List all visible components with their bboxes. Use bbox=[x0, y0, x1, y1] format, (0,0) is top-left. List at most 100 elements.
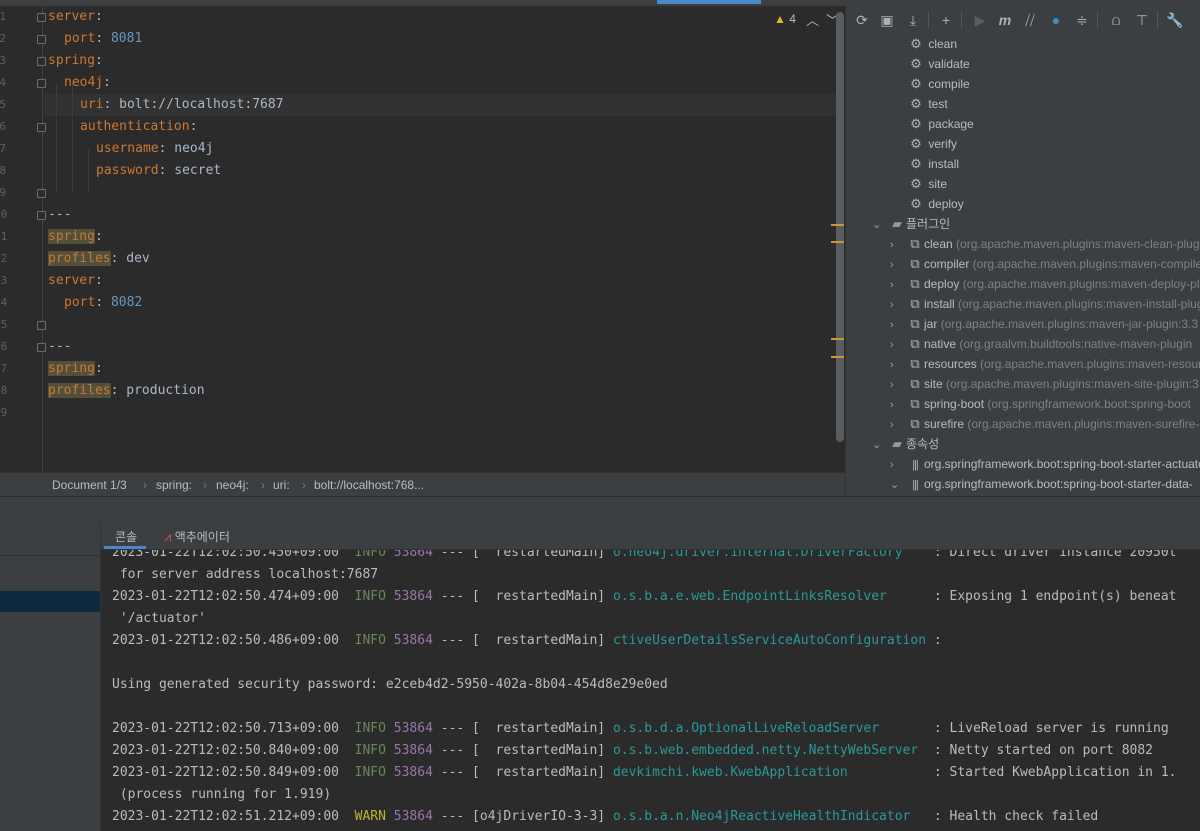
fold-marker[interactable] bbox=[37, 343, 46, 352]
maven-goal-icon[interactable]: m bbox=[995, 10, 1015, 30]
scroll-marker[interactable] bbox=[831, 356, 844, 358]
plugin-icon: ⧉ bbox=[910, 416, 920, 431]
plugin-resources[interactable]: › ⧉ resources (org.apache.maven.plugins:ma… bbox=[890, 354, 1200, 374]
fold-marker[interactable] bbox=[37, 189, 46, 198]
lifecycle-install[interactable]: ⚙ install bbox=[907, 154, 959, 174]
chevron-right-icon[interactable]: › bbox=[890, 235, 906, 255]
plugin-icon: ⧉ bbox=[910, 316, 920, 331]
inspection-widget[interactable]: ▲ 4 bbox=[774, 12, 796, 26]
fold-marker[interactable] bbox=[37, 35, 46, 44]
chevron-right-icon[interactable]: › bbox=[890, 415, 906, 435]
chevron-right-icon[interactable]: › bbox=[890, 315, 906, 335]
breadcrumb-spring[interactable]: spring: bbox=[156, 478, 192, 492]
plugin-site[interactable]: › ⧉ site (org.apache.maven.plugins:maven-s… bbox=[890, 374, 1199, 394]
plugin-compiler[interactable]: › ⧉ compiler (org.apache.maven.plugins:mav… bbox=[890, 254, 1200, 274]
plugins-node[interactable]: ⌄ ▰ 플러그인 bbox=[872, 214, 950, 234]
maven-toolbar: ⟳ ▣ ⤓ + ▶ m ⧸⧸ ● ≑ ⩍ ⊤ 🔧 bbox=[846, 6, 1200, 34]
plugin-native[interactable]: › ⧉ native (org.graalvm.buildtools:native-… bbox=[890, 334, 1192, 354]
chevron-right-icon[interactable]: › bbox=[890, 295, 906, 315]
code-line: port: 8082 bbox=[64, 295, 143, 310]
line-number: 11 bbox=[0, 230, 8, 243]
fold-marker[interactable] bbox=[37, 321, 46, 330]
plugin-surefire[interactable]: › ⧉ surefire (org.apache.maven.plugins:mav… bbox=[890, 414, 1199, 434]
code-line: spring: bbox=[48, 229, 103, 244]
actuator-icon: ⩘ bbox=[164, 529, 172, 544]
plugin-spring-boot[interactable]: › ⧉ spring-boot (org.springframework.boot:… bbox=[890, 394, 1191, 414]
chevron-right-icon: › bbox=[261, 478, 265, 492]
plugin-install[interactable]: › ⧉ install (org.apache.maven.plugins:mave… bbox=[890, 294, 1200, 314]
breadcrumb: Document 1/3 › spring: › neo4j: › uri: ›… bbox=[0, 472, 845, 497]
lifecycle-verify[interactable]: ⚙ verify bbox=[907, 134, 957, 154]
tab-console[interactable]: 콘솔 bbox=[115, 528, 137, 545]
code-line: neo4j: bbox=[64, 75, 111, 90]
chevron-right-icon[interactable]: › bbox=[890, 455, 906, 475]
chevron-right-icon[interactable]: › bbox=[890, 355, 906, 375]
fold-marker[interactable] bbox=[37, 13, 46, 22]
chevron-down-icon[interactable]: ⌄ bbox=[872, 435, 888, 455]
line-number: 5 bbox=[0, 98, 6, 111]
code-editor[interactable]: 1 2 3 4 5 6 7 8 9 10 11 12 13 14 15 16 1… bbox=[0, 6, 845, 472]
console-line: (process running for 1.919) bbox=[112, 787, 332, 802]
chevron-right-icon[interactable]: › bbox=[890, 375, 906, 395]
line-number: 2 bbox=[0, 32, 6, 45]
breadcrumb-value[interactable]: bolt://localhost:768... bbox=[314, 478, 424, 492]
dependency-item[interactable]: › ||| org.springframework.boot:spring-boot… bbox=[890, 454, 1200, 474]
lifecycle-test[interactable]: ⚙ test bbox=[907, 94, 948, 114]
dependencies-node[interactable]: ⌄ ▰ 종속성 bbox=[872, 434, 939, 454]
line-number: 13 bbox=[0, 274, 8, 287]
breadcrumb-document[interactable]: Document 1/3 bbox=[52, 478, 127, 492]
plugin-deploy[interactable]: › ⧉ deploy (org.apache.maven.plugins:maven… bbox=[890, 274, 1200, 294]
run-icon[interactable]: ▶ bbox=[970, 10, 990, 30]
chevron-down-icon[interactable]: ⌄ bbox=[872, 215, 888, 235]
plus-icon[interactable]: + bbox=[936, 10, 956, 30]
diagram-icon[interactable]: ⩍ bbox=[1106, 10, 1126, 30]
gear-icon: ⚙ bbox=[910, 116, 922, 131]
lifecycle-validate[interactable]: ⚙ validate bbox=[907, 54, 970, 74]
fold-marker[interactable] bbox=[37, 79, 46, 88]
chevron-right-icon[interactable]: › bbox=[890, 335, 906, 355]
selected-service-row[interactable] bbox=[0, 591, 100, 612]
breadcrumb-neo4j[interactable]: neo4j: bbox=[216, 478, 249, 492]
analyze-dependencies-icon[interactable]: ⊤ bbox=[1132, 10, 1152, 30]
console-output[interactable]: 2023-01-22T12:02:50.450+09:00 INFO 53864… bbox=[101, 550, 1200, 831]
plugin-jar[interactable]: › ⧉ jar (org.apache.maven.plugins:maven-ja… bbox=[890, 314, 1198, 334]
lifecycle-site[interactable]: ⚙ site bbox=[907, 174, 947, 194]
collapse-all-icon[interactable]: ≑ bbox=[1072, 10, 1092, 30]
scroll-marker[interactable] bbox=[831, 241, 844, 243]
tab-actuator[interactable]: ⩘ 액추에이터 bbox=[164, 528, 230, 545]
toggle-offline-icon[interactable]: ⧸⧸ bbox=[1020, 10, 1040, 30]
plugin-icon: ⧉ bbox=[910, 376, 920, 391]
plugin-icon: ⧉ bbox=[910, 256, 920, 271]
chevron-right-icon[interactable]: › bbox=[890, 275, 906, 295]
chevron-right-icon: › bbox=[143, 478, 147, 492]
lifecycle-compile[interactable]: ⚙ compile bbox=[907, 74, 970, 94]
lifecycle-clean[interactable]: ⚙ clean bbox=[907, 34, 957, 54]
fold-marker[interactable] bbox=[37, 123, 46, 132]
dependency-item[interactable]: ⌄ ||| org.springframework.boot:spring-boot… bbox=[890, 474, 1193, 494]
chevron-right-icon[interactable]: › bbox=[890, 395, 906, 415]
plugin-clean[interactable]: › ⧉ clean (org.apache.maven.plugins:maven-… bbox=[890, 234, 1200, 254]
skip-tests-icon[interactable]: ● bbox=[1046, 10, 1066, 30]
editor-scrollbar[interactable] bbox=[836, 12, 844, 442]
chevron-down-icon[interactable]: ⌄ bbox=[890, 475, 906, 495]
dependencies-folder-icon: ▰ bbox=[892, 436, 902, 451]
fold-marker[interactable] bbox=[37, 211, 46, 220]
console-line: 2023-01-22T12:02:50.486+09:00 INFO 53864… bbox=[112, 633, 942, 648]
reload-icon[interactable]: ⟳ bbox=[852, 10, 872, 30]
chevron-right-icon[interactable]: › bbox=[890, 255, 906, 275]
settings-wrench-icon[interactable]: 🔧 bbox=[1165, 10, 1185, 30]
scroll-marker[interactable] bbox=[831, 338, 844, 340]
console-line: '/actuator' bbox=[112, 611, 206, 626]
lifecycle-package[interactable]: ⚙ package bbox=[907, 114, 974, 134]
lifecycle-deploy[interactable]: ⚙ deploy bbox=[907, 194, 964, 214]
scroll-marker[interactable] bbox=[831, 224, 844, 226]
code-line: spring: bbox=[48, 361, 103, 376]
breadcrumb-uri[interactable]: uri: bbox=[273, 478, 290, 492]
line-number: 6 bbox=[0, 120, 6, 133]
previous-highlight-icon[interactable]: ︿ bbox=[806, 10, 819, 29]
add-folder-icon[interactable]: ▣ bbox=[877, 10, 897, 30]
fold-marker[interactable] bbox=[37, 57, 46, 66]
console-line: 2023-01-22T12:02:50.840+09:00 INFO 53864… bbox=[112, 743, 1154, 758]
download-icon[interactable]: ⤓ bbox=[903, 10, 923, 30]
line-number: 18 bbox=[0, 384, 8, 397]
